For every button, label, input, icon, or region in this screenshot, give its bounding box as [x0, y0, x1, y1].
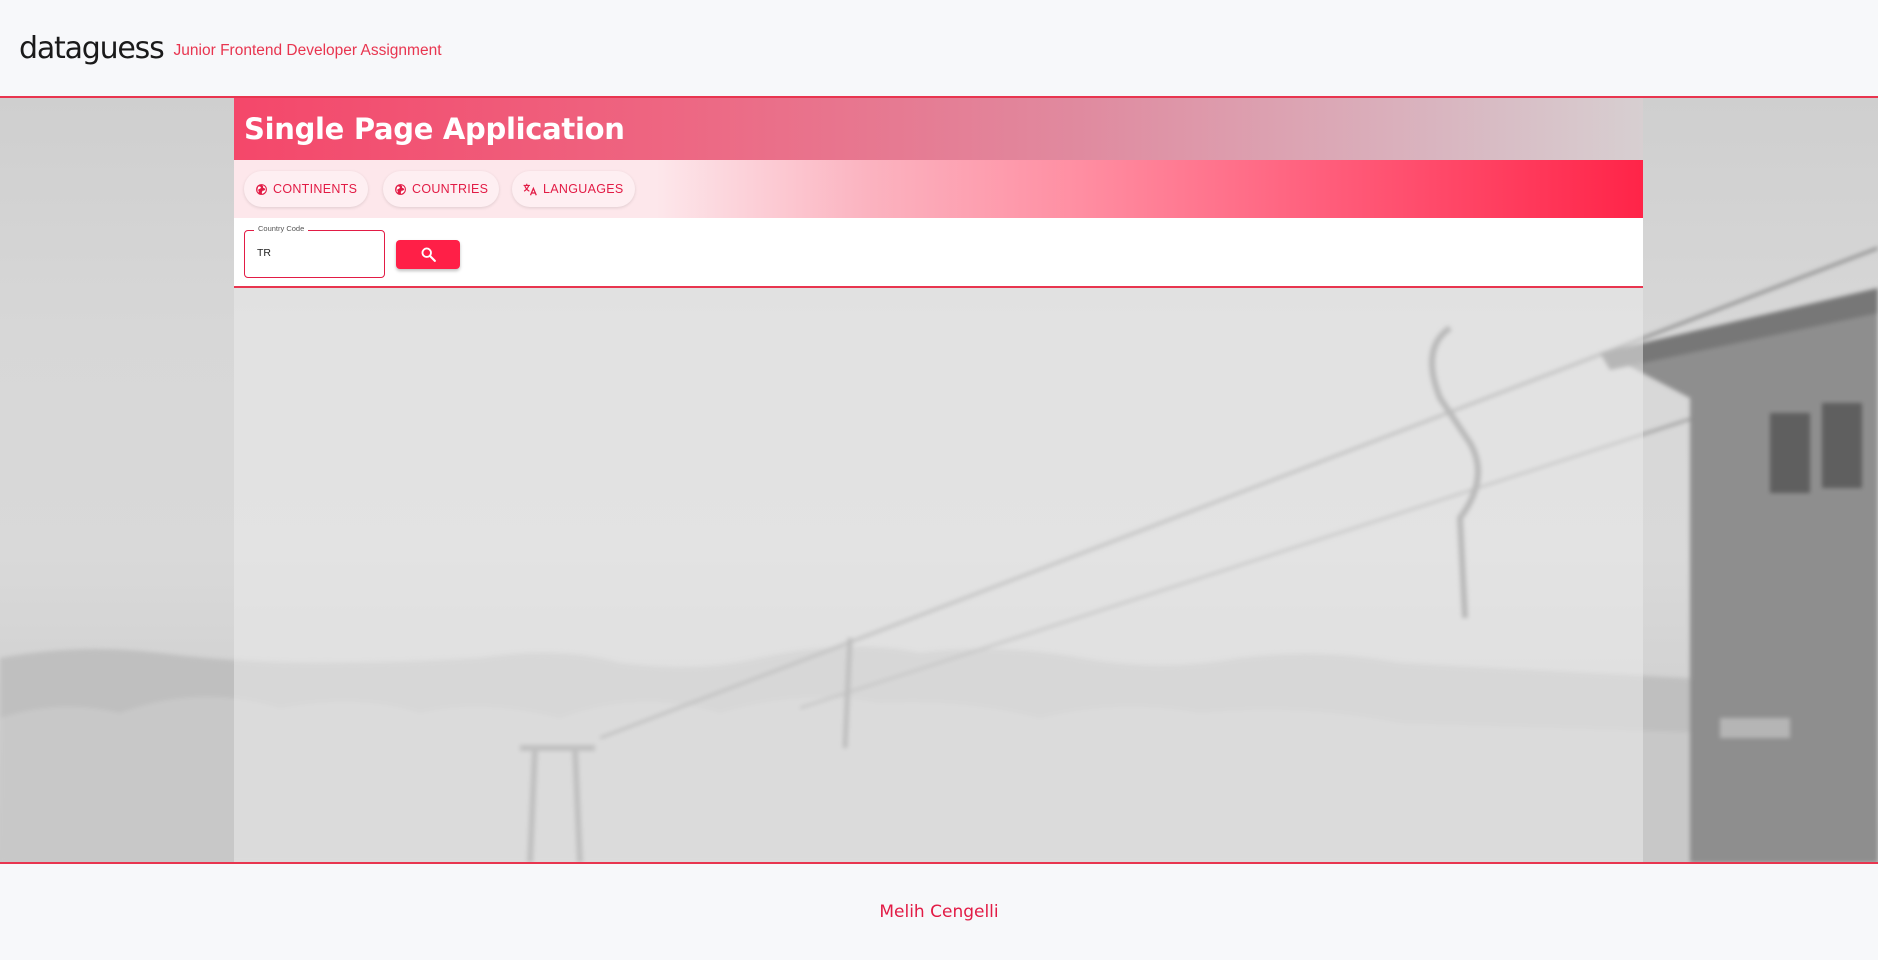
brand-logo[interactable]: dataguess [19, 31, 165, 66]
tab-countries[interactable]: COUNTRIES [383, 171, 500, 207]
tab-continents[interactable]: CONTINENTS [244, 171, 369, 207]
globe-icon [394, 183, 407, 196]
tabs-bar: CONTINENTS COUNTRIES LANGUAGES [234, 160, 1643, 218]
header-tagline: Junior Frontend Developer Assignment [173, 42, 442, 59]
main-panel: Single Page Application CONTINENTS COUNT… [234, 98, 1643, 863]
tab-label: LANGUAGES [543, 182, 624, 196]
page-title: Single Page Application [244, 112, 625, 146]
tab-label: COUNTRIES [412, 182, 489, 196]
footer-author: Melih Cengelli [879, 902, 999, 922]
app-header: dataguess Junior Frontend Developer Assi… [0, 0, 1878, 98]
search-bar: Country Code [234, 218, 1643, 288]
country-code-label: Country Code [254, 224, 309, 233]
search-button[interactable] [396, 240, 460, 269]
tab-label: CONTINENTS [273, 182, 358, 196]
country-code-input[interactable] [257, 244, 367, 262]
tab-languages[interactable]: LANGUAGES [512, 171, 635, 207]
search-icon [420, 246, 437, 263]
translate-icon [523, 183, 538, 196]
app-footer: Melih Cengelli [0, 862, 1878, 960]
globe-icon [255, 183, 268, 196]
country-code-field[interactable]: Country Code [244, 224, 385, 278]
title-bar: Single Page Application [234, 98, 1643, 160]
